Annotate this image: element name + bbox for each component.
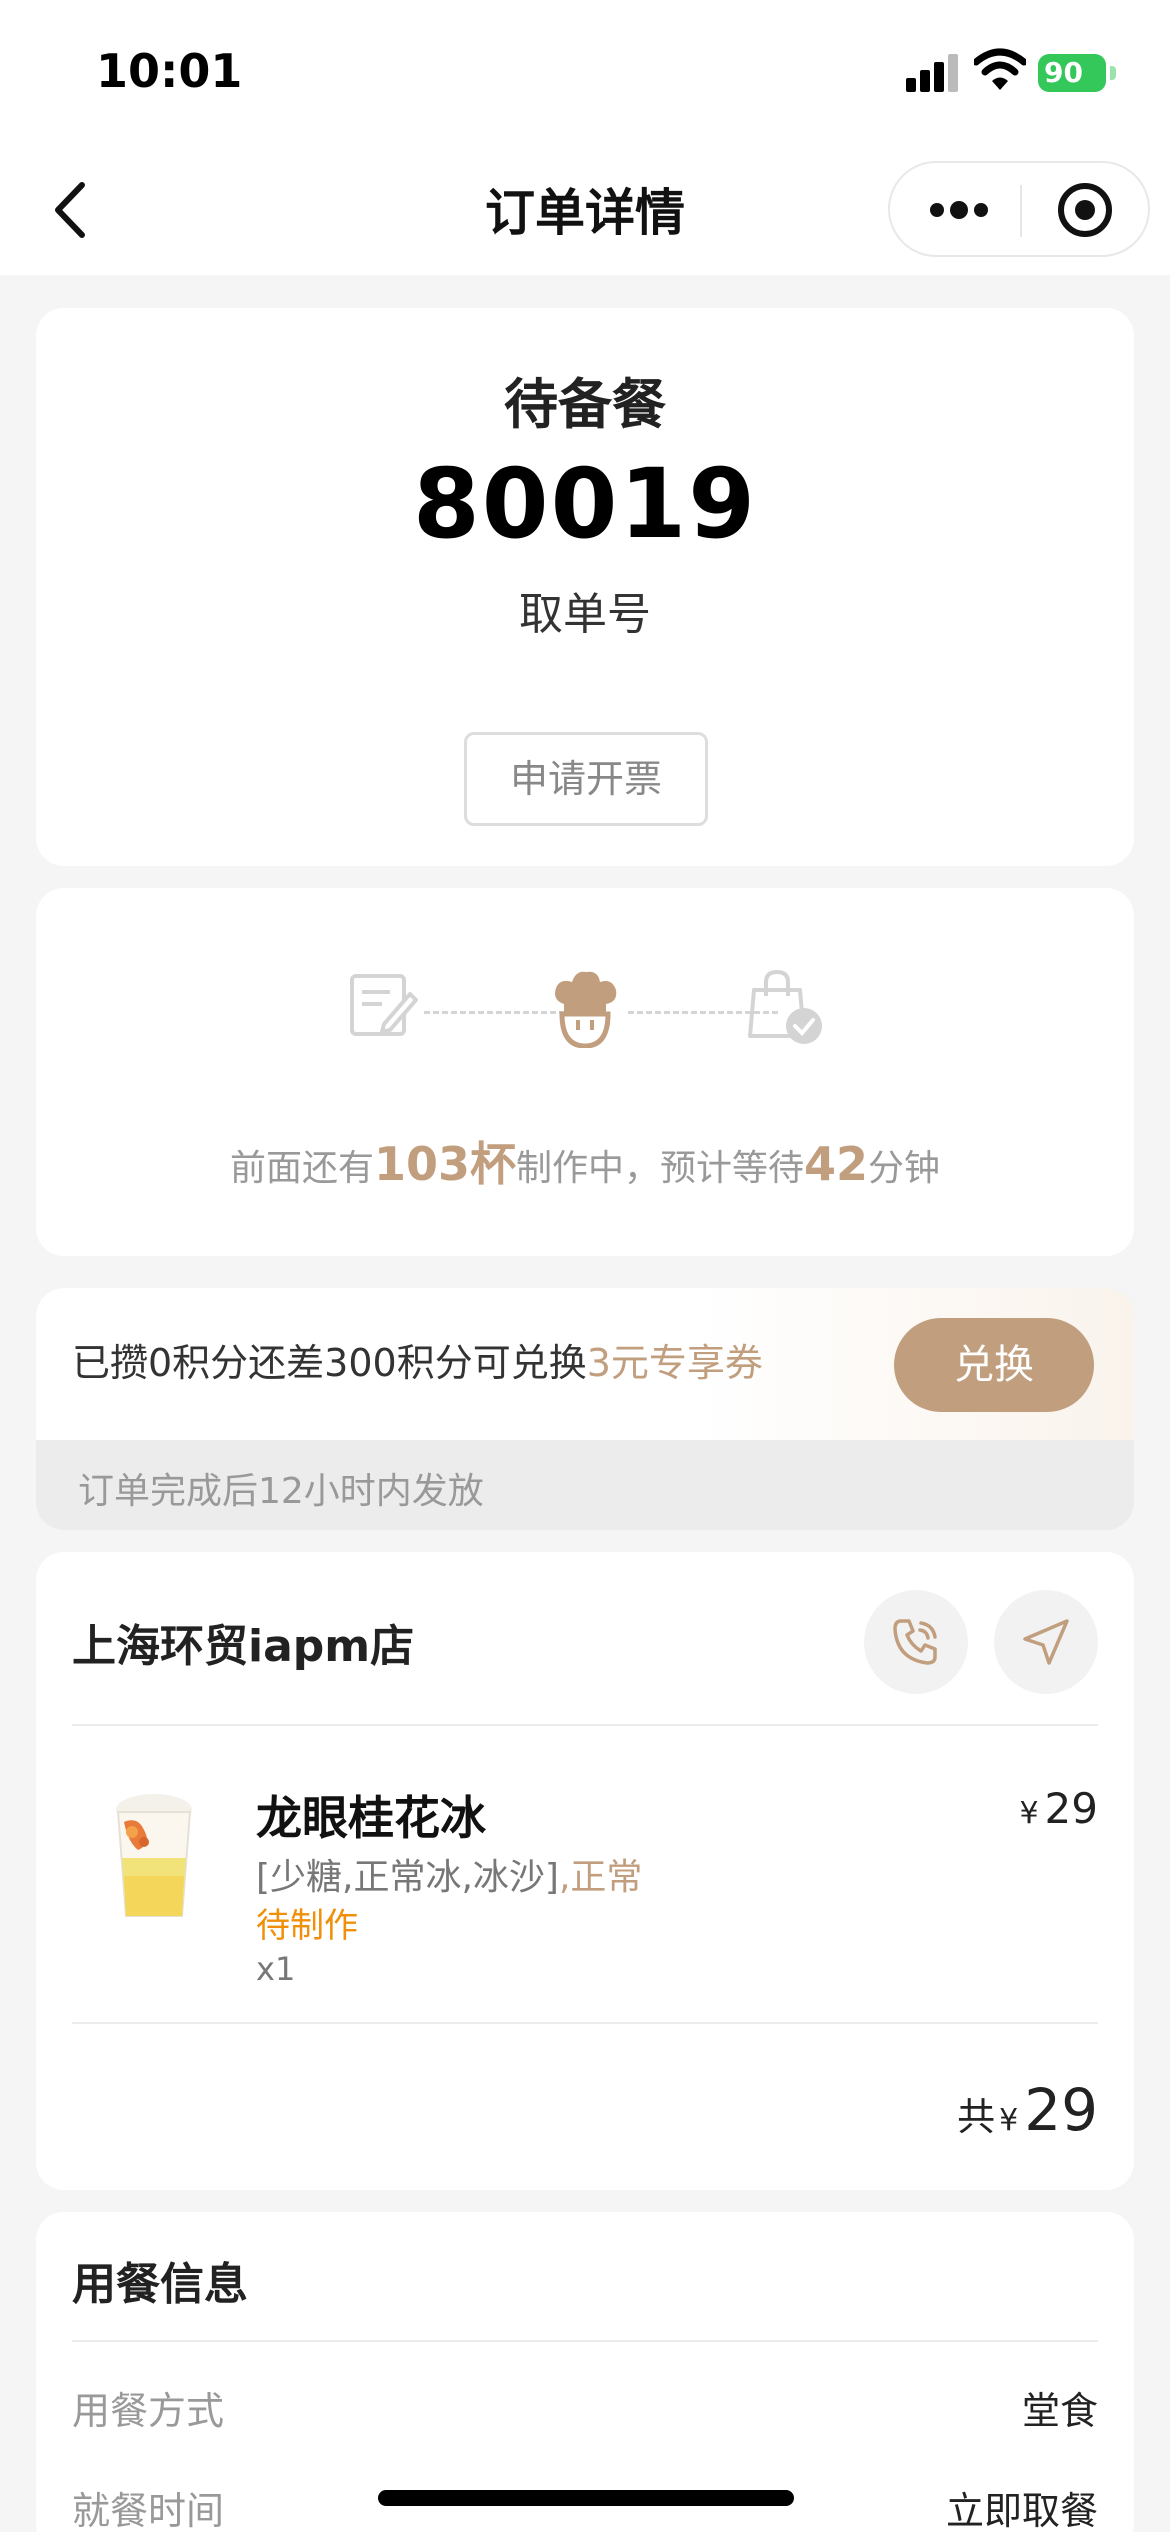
chef-hat-icon xyxy=(555,971,617,1048)
cups-ahead: 103杯 xyxy=(373,1137,516,1191)
pickup-number: 80019 xyxy=(413,448,757,560)
product-name: 龙眼桂花冰 xyxy=(256,1791,486,1845)
dining-method-label: 用餐方式 xyxy=(72,2389,225,2433)
points-card: 已攒0积分还差300积分可兑换3元专享券 兑换 订单完成后12小时内发放 xyxy=(36,1288,1134,1530)
product-state: 待制作 xyxy=(256,1906,358,1946)
product-image xyxy=(116,1794,192,1917)
total-label: 共 xyxy=(957,2095,996,2139)
order-items-card: 上海环贸iapm店 龙眼桂花冰 ¥29 [少糖,正常冰,冰沙],正常 待制作 x… xyxy=(36,1552,1134,2190)
store-divider xyxy=(72,1724,1098,1726)
wifi-icon xyxy=(974,48,1026,90)
nav-bar: 订单详情 xyxy=(0,145,1170,275)
battery-level: 90 xyxy=(1044,56,1083,89)
status-time: 10:01 xyxy=(96,44,243,98)
product-price: ¥29 xyxy=(1019,1784,1098,1833)
total-currency: ¥ xyxy=(999,2103,1019,2138)
redeem-button[interactable]: 兑换 xyxy=(894,1318,1094,1412)
order-placed-icon xyxy=(350,974,418,1036)
call-store-button[interactable] xyxy=(864,1590,968,1694)
product-price-value: 29 xyxy=(1044,1784,1098,1833)
home-indicator[interactable] xyxy=(378,2490,794,2506)
close-target-icon[interactable] xyxy=(1058,183,1112,237)
wait-suffix: 分钟 xyxy=(868,1148,941,1189)
status-bar: 10:01 90 xyxy=(0,0,1170,145)
points-progress: 已攒0积分还差300积分可兑换 xyxy=(72,1341,587,1385)
items-divider xyxy=(72,2022,1098,2024)
wait-status-text: 前面还有103杯制作中，预计等待42分钟 xyxy=(36,1128,1134,1194)
total-amount: 29 xyxy=(1024,2076,1098,2144)
product-spec-text: [少糖,正常冰,冰沙] xyxy=(256,1857,559,1898)
phone-icon xyxy=(893,1619,937,1665)
pickup-bag-icon xyxy=(748,970,822,1044)
progress-card: 前面还有103杯制作中，预计等待42分钟 xyxy=(36,888,1134,1256)
dining-divider xyxy=(72,2340,1098,2342)
battery-icon: 90 xyxy=(1038,54,1106,92)
product-spec-accent: ,正常 xyxy=(558,1857,643,1898)
wait-prefix: 前面还有 xyxy=(229,1148,374,1189)
points-reward: 3元专享券 xyxy=(586,1341,763,1385)
dining-method-value: 堂食 xyxy=(1021,2389,1098,2433)
store-name: 上海环贸iapm店 xyxy=(72,1621,415,1672)
cellular-signal-icon xyxy=(906,52,960,92)
wait-middle: 制作中，预计等待 xyxy=(516,1148,805,1189)
battery-cap xyxy=(1110,66,1116,80)
invoice-button[interactable]: 申请开票 xyxy=(464,732,708,826)
order-status-card: 待备餐 80019 取单号 申请开票 xyxy=(36,308,1134,866)
dining-info-title: 用餐信息 xyxy=(72,2259,248,2310)
capsule-divider xyxy=(1020,185,1022,237)
product-currency: ¥ xyxy=(1019,1796,1039,1831)
navigate-icon xyxy=(1023,1619,1069,1665)
dining-time-value: 立即取餐 xyxy=(945,2489,1098,2532)
pickup-label: 取单号 xyxy=(519,589,651,640)
dining-info-card: 用餐信息 用餐方式 堂食 就餐时间 立即取餐 xyxy=(36,2212,1134,2532)
navigate-store-button[interactable] xyxy=(994,1590,1098,1694)
points-banner: 已攒0积分还差300积分可兑换3元专享券 兑换 xyxy=(36,1288,1134,1440)
order-total: 共 ¥29 xyxy=(957,2076,1098,2144)
points-note: 订单完成后12小时内发放 xyxy=(78,1471,484,1512)
points-text: 已攒0积分还差300积分可兑换3元专享券 xyxy=(72,1332,763,1387)
product-spec: [少糖,正常冰,冰沙],正常 xyxy=(256,1848,642,1900)
mini-program-capsule xyxy=(888,161,1150,257)
product-quantity: x1 xyxy=(256,1950,296,1988)
order-status: 待备餐 xyxy=(504,373,666,436)
more-icon[interactable] xyxy=(930,201,988,221)
dining-time-label: 就餐时间 xyxy=(72,2489,225,2532)
wait-minutes: 42 xyxy=(804,1137,869,1191)
